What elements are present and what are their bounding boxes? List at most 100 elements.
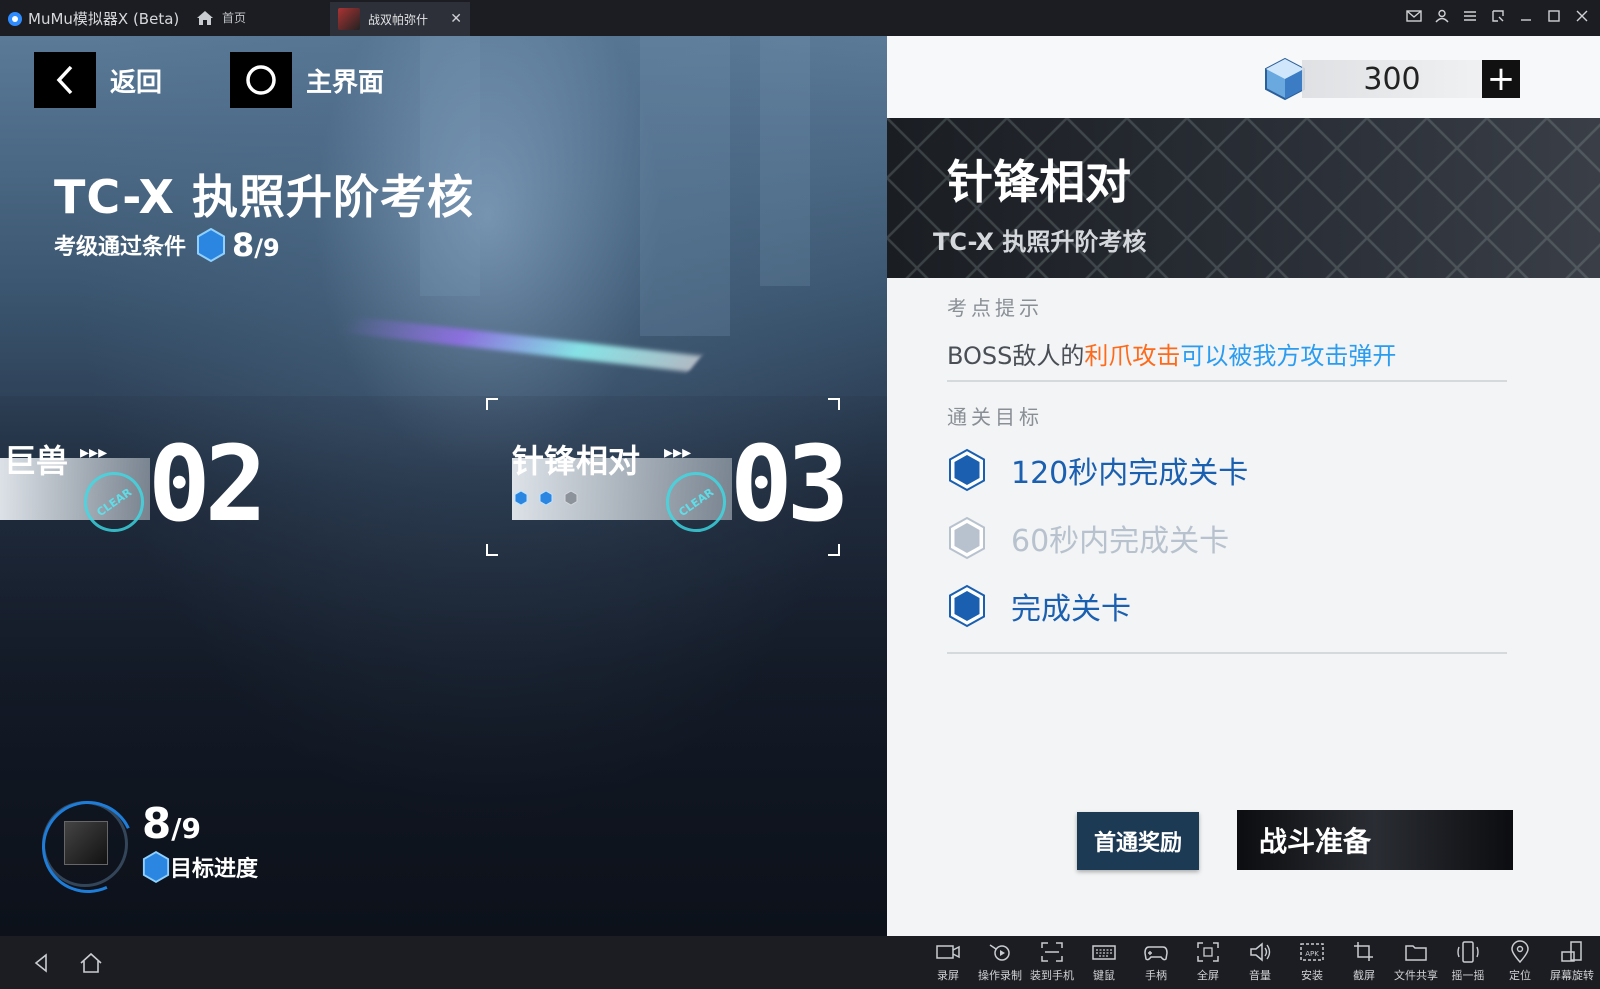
shake-button[interactable]: 摇一摇	[1442, 940, 1494, 983]
progress-value: 8/9	[142, 799, 201, 848]
app-name: MuMu模拟器X (Beta)	[28, 10, 180, 28]
app-title: MuMu模拟器X (Beta)	[8, 8, 179, 29]
home-icon[interactable]	[78, 950, 104, 976]
resource-bar: 300 +	[887, 36, 1600, 118]
circle-icon	[230, 52, 292, 108]
keyboard-mouse-button[interactable]: 键鼠	[1078, 940, 1130, 983]
hexagon-filled-icon	[949, 584, 985, 628]
battle-prepare-button[interactable]: 战斗准备	[1237, 810, 1513, 870]
selection-corner	[486, 544, 498, 556]
hexagon-icon	[197, 228, 226, 262]
menu-icon[interactable]	[1462, 8, 1478, 24]
home-tab-label: 首页	[222, 11, 247, 25]
cube-icon	[64, 821, 108, 865]
goal-item: 60秒内完成关卡	[947, 516, 1229, 560]
goals-section-label: 通关目标	[947, 405, 1043, 429]
house-icon	[197, 10, 213, 25]
macro-icon	[989, 944, 1010, 961]
location-button[interactable]: 定位	[1494, 940, 1546, 983]
game-tab-label: 战双帕弥什	[368, 12, 429, 27]
volume-button[interactable]: 音量	[1234, 940, 1286, 983]
install-apk-button[interactable]: APK 安装	[1286, 940, 1338, 983]
maximize-icon[interactable]	[1546, 8, 1562, 24]
fullscreen-icon	[1197, 942, 1219, 962]
stage-map: 返回 主界面 TC-X 执照升阶考核 考级通过条件 8/9 巨兽 ▸▸▸ CLE…	[0, 36, 887, 936]
background-pillar	[640, 36, 730, 336]
back-arrow-icon	[34, 52, 96, 108]
install-to-phone-button[interactable]: 装到手机	[1026, 940, 1078, 983]
crop-icon	[1354, 942, 1373, 961]
back-label: 返回	[110, 67, 163, 98]
detail-subtitle: TC-X 执照升阶考核	[933, 228, 1147, 256]
hexagon-empty-icon	[949, 516, 985, 560]
stage-node-03[interactable]: 针锋相对 ▸▸▸ CLEAR 03	[486, 398, 849, 556]
hexagon-filled-icon	[949, 448, 985, 492]
rotate-screen-button[interactable]: 屏幕旋转	[1546, 940, 1598, 983]
pass-condition: 考级通过条件 8/9	[54, 226, 280, 264]
divider	[947, 380, 1507, 382]
node-stars	[514, 490, 584, 510]
detail-banner: 针锋相对 TC-X 执照升阶考核	[887, 118, 1600, 278]
gamepad-button[interactable]: 手柄	[1130, 940, 1182, 983]
svg-text:APK: APK	[1305, 950, 1319, 958]
user-icon[interactable]	[1434, 8, 1450, 24]
hexagon-empty-icon	[564, 490, 578, 506]
hexagon-filled-icon	[539, 490, 553, 506]
first-clear-reward-button[interactable]: 首通奖励	[1077, 812, 1199, 870]
goal-text: 60秒内完成关卡	[1011, 524, 1230, 559]
phone-transfer-icon	[1041, 942, 1063, 962]
minimize-icon[interactable]	[1518, 8, 1534, 24]
screenshot-button[interactable]: 截屏	[1338, 940, 1390, 983]
detail-title: 针锋相对	[947, 155, 1131, 209]
hint-text: BOSS敌人的利爪攻击可以被我方攻击弹开	[947, 342, 1397, 370]
mail-icon[interactable]	[1406, 8, 1422, 24]
progress-label: 目标进度	[170, 857, 259, 882]
add-currency-button[interactable]: +	[1482, 60, 1520, 98]
hexagon-icon	[142, 851, 170, 883]
close-tab-icon[interactable]: ✕	[450, 11, 462, 27]
chevrons-icon: ▸▸▸	[664, 442, 692, 463]
folder-icon	[1405, 945, 1427, 961]
gamepad-icon	[1144, 946, 1168, 961]
stage-title: TC-X 执照升阶考核	[54, 170, 475, 224]
pass-condition-label: 考级通过条件	[54, 235, 187, 260]
macro-record-button[interactable]: 操作录制	[974, 940, 1026, 983]
file-share-button[interactable]: 文件共享	[1390, 940, 1442, 983]
currency-amount: 300	[1302, 60, 1482, 98]
node-name: 巨兽	[4, 442, 69, 480]
home-tab[interactable]: 首页	[196, 9, 246, 26]
mumu-logo-icon	[8, 11, 22, 26]
record-screen-button[interactable]: 录屏	[922, 940, 974, 983]
hexagon-filled-icon	[514, 490, 528, 506]
background-pillar	[760, 36, 810, 286]
location-pin-icon	[1511, 940, 1529, 964]
main-menu-label: 主界面	[306, 67, 385, 98]
emulator-toolbar: 录屏 操作录制 装到手机 键鼠 手柄 全屏 音量 APK 安装 截屏 文件共享 …	[0, 936, 1600, 989]
goal-text: 120秒内完成关卡	[1011, 456, 1249, 491]
pin-window-icon[interactable]	[1490, 8, 1506, 24]
game-tab[interactable]: 战双帕弥什 ✕	[330, 2, 470, 36]
currency-display: 300 +	[1262, 56, 1520, 102]
close-window-icon[interactable]	[1574, 8, 1590, 24]
main-menu-button[interactable]: 主界面	[230, 52, 384, 108]
stage-node-02[interactable]: 巨兽 ▸▸▸ CLEAR 02	[0, 426, 267, 544]
speaker-icon	[1250, 942, 1271, 962]
hint-section-label: 考点提示	[947, 296, 1043, 320]
progress-label-row: 目标进度	[142, 851, 258, 883]
rotate-icon	[1561, 941, 1582, 962]
chevrons-icon: ▸▸▸	[80, 442, 108, 463]
node-number: 03	[730, 423, 849, 545]
window-controls	[1406, 8, 1590, 24]
back-button[interactable]: 返回	[34, 52, 162, 108]
video-camera-icon	[936, 945, 960, 959]
shake-phone-icon	[1457, 941, 1479, 963]
fullscreen-button[interactable]: 全屏	[1182, 940, 1234, 983]
game-thumbnail-icon	[338, 8, 360, 30]
pass-condition-count: 8/9	[232, 226, 280, 264]
back-icon[interactable]	[28, 950, 54, 976]
goal-item: 完成关卡	[947, 584, 1131, 628]
selection-corner	[828, 544, 840, 556]
selection-corner	[486, 398, 498, 410]
game-viewport: 返回 主界面 TC-X 执照升阶考核 考级通过条件 8/9 巨兽 ▸▸▸ CLE…	[0, 36, 1600, 936]
divider	[947, 652, 1507, 654]
